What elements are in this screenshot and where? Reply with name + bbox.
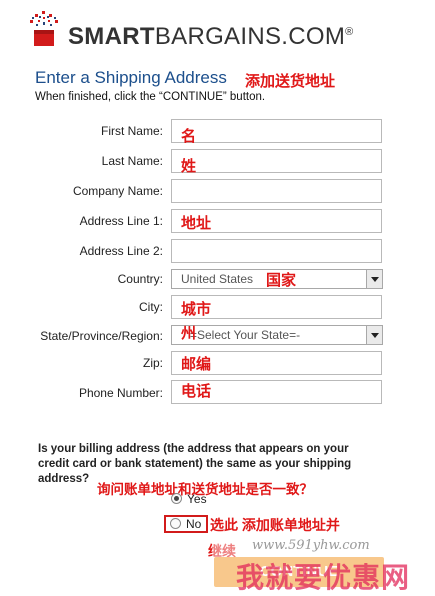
country-annotation: 国家 (266, 272, 297, 289)
country-label: Country: (117, 272, 163, 286)
chevron-down-icon[interactable] (366, 270, 382, 288)
address-line-2-label: Address Line 2: (79, 244, 163, 258)
title-annotation: 添加送货地址 (245, 73, 336, 90)
no-option-annotation: 选此 添加账单地址并 (210, 517, 340, 533)
country-select-value: United States (181, 272, 254, 286)
watermark-text: 我就要优惠网 (236, 562, 411, 593)
page-title: Enter a Shipping Address (35, 68, 227, 87)
state-label: State/Province/Region: (40, 329, 163, 343)
state-select[interactable]: =Select Your State=- (171, 325, 383, 345)
first-name-input[interactable] (171, 119, 382, 143)
city-label: City: (139, 300, 163, 314)
last-name-label: Last Name: (101, 154, 163, 168)
page-subtitle: When finished, click the “CONTINUE” butt… (35, 91, 266, 103)
company-name-input[interactable] (171, 179, 382, 203)
no-radio[interactable] (170, 518, 181, 529)
last-name-input[interactable] (171, 149, 382, 173)
state-annotation: 州 (181, 325, 197, 342)
gift-box-logo-icon (30, 11, 58, 46)
last-name-annotation: 姓 (181, 158, 197, 175)
first-name-annotation: 名 (181, 128, 197, 145)
address-line-1-label: Address Line 1: (79, 214, 163, 228)
smartbargains-logo[interactable]: SMARTBARGAINS.COM® (28, 10, 428, 50)
logo-text-bold: SMART (68, 23, 155, 50)
address-line-2-input[interactable] (171, 239, 382, 263)
registered-mark: ® (345, 26, 354, 38)
company-name-label: Company Name: (72, 184, 163, 198)
phone-number-label: Phone Number: (78, 386, 163, 400)
state-select-value: =Select Your State=- (190, 328, 301, 342)
zip-annotation: 邮编 (181, 356, 212, 373)
logo-text-regular: BARGAINS.COM (154, 23, 346, 50)
address-annotation: 地址 (181, 215, 212, 232)
first-name-label: First Name: (100, 124, 163, 138)
watermark-url: www.591yhw.com (252, 538, 370, 553)
chevron-down-icon[interactable] (366, 326, 382, 344)
yes-label[interactable]: Yes (187, 492, 207, 506)
logo-text: SMARTBARGAINS.COM® (68, 23, 354, 51)
city-annotation: 城市 (181, 301, 212, 318)
zip-label: Zip: (142, 356, 163, 370)
no-label[interactable]: No (186, 517, 201, 531)
phone-annotation: 电话 (181, 383, 212, 400)
yes-radio[interactable] (171, 493, 182, 504)
